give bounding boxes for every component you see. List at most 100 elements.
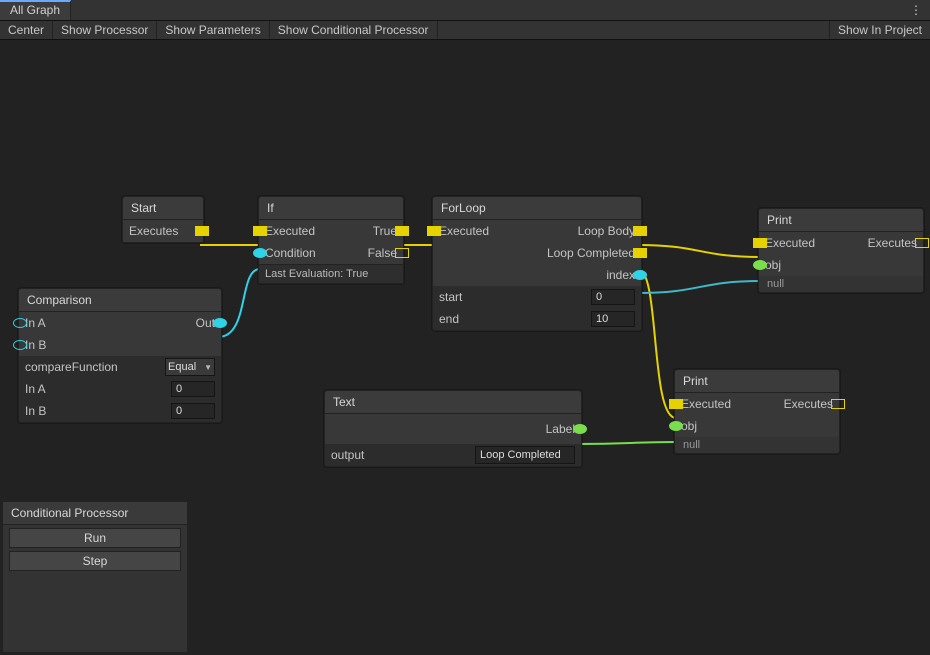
title-text: ForLoop [441,201,486,215]
title-text: Text [333,395,355,409]
port-label-out[interactable] [573,424,587,434]
in-a-field-label: In A [25,382,46,396]
start-input[interactable] [591,289,635,305]
show-processor-label: Show Processor [61,23,148,37]
null-value: null [767,278,784,290]
compare-value: Equal [168,361,196,373]
port-loopcompleted-out[interactable] [633,248,647,258]
executes-label: Executes [129,224,178,238]
node-print-1[interactable]: Print Executed Executes obj null [758,208,924,293]
port-obj-in[interactable] [669,421,683,431]
run-button[interactable]: Run [9,528,181,548]
node-title: Print [759,209,923,232]
in-a-label: In A [25,316,46,330]
compare-select[interactable]: Equal ▼ [165,358,215,376]
show-in-project-label: Show In Project [838,23,922,37]
port-obj-in[interactable] [753,260,767,270]
port-true-out[interactable] [395,226,409,236]
node-start[interactable]: Start Executes [122,196,204,243]
executed-label: Executed [439,224,489,238]
toolbar: Center Show Processor Show Parameters Sh… [0,21,930,40]
port-out[interactable] [213,318,227,328]
center-button[interactable]: Center [0,21,53,39]
loop-body-label: Loop Body [578,224,635,238]
node-footer: Last Evaluation: True [259,264,403,283]
executes-label: Executes [784,397,833,411]
end-input[interactable] [591,311,635,327]
panel-title-text: Conditional Processor [11,506,128,520]
tab-all-graph[interactable]: All Graph [0,0,71,20]
title-text: Start [131,201,156,215]
in-a-input[interactable] [171,381,215,397]
port-exec-out[interactable] [915,238,929,248]
end-label: end [439,312,459,326]
node-print-2[interactable]: Print Executed Executes obj null [674,369,840,454]
node-comparison[interactable]: Comparison In A Out In B compareFunction… [18,288,222,423]
show-conditional-button[interactable]: Show Conditional Processor [270,21,438,39]
port-exec-in[interactable] [669,399,683,409]
executed-label: Executed [681,397,731,411]
label-label: Label [546,422,575,436]
in-b-field-label: In B [25,404,46,418]
run-label: Run [84,531,106,545]
port-condition-in[interactable] [253,248,267,258]
condition-label: Condition [265,246,316,260]
tab-bar: All Graph ⋮ [0,0,930,21]
title-text: Print [767,213,792,227]
port-in-b[interactable] [13,340,27,350]
node-title: ForLoop [433,197,641,220]
obj-label: obj [681,419,697,433]
center-label: Center [8,23,44,37]
step-button[interactable]: Step [9,551,181,571]
node-if[interactable]: If Executed True Condition False Last Ev… [258,196,404,284]
loop-completed-label: Loop Completed [547,246,635,260]
step-label: Step [83,554,108,568]
false-label: False [368,246,397,260]
executed-label: Executed [765,236,815,250]
port-index-out[interactable] [633,270,647,280]
footer-text: Last Evaluation: True [265,268,368,280]
show-processor-button[interactable]: Show Processor [53,21,157,39]
show-conditional-label: Show Conditional Processor [278,23,429,37]
title-text: If [267,201,274,215]
executed-label: Executed [265,224,315,238]
node-title: Start [123,197,203,220]
node-title: Comparison [19,289,221,312]
conditional-processor-panel[interactable]: Conditional Processor Run Step [2,501,188,653]
port-exec-in[interactable] [427,226,441,236]
node-title: If [259,197,403,220]
kebab-icon: ⋮ [910,3,922,17]
tab-label: All Graph [10,3,60,17]
null-value: null [683,439,700,451]
graph-canvas[interactable]: Start Executes If Executed True Conditio… [0,40,930,655]
node-text[interactable]: Text Label output [324,390,582,467]
node-forloop[interactable]: ForLoop Executed Loop Body Loop Complete… [432,196,642,331]
panel-title: Conditional Processor [3,502,187,525]
port-exec-in[interactable] [753,238,767,248]
chevron-down-icon: ▼ [204,363,212,372]
port-exec-in[interactable] [253,226,267,236]
show-in-project-button[interactable]: Show In Project [829,21,930,39]
port-exec-out[interactable] [195,226,209,236]
null-text: null [759,276,923,292]
show-parameters-button[interactable]: Show Parameters [157,21,269,39]
start-label: start [439,290,462,304]
title-text: Print [683,374,708,388]
in-b-label: In B [25,338,46,352]
compare-label: compareFunction [25,360,118,374]
port-false-out[interactable] [395,248,409,258]
port-exec-out[interactable] [831,399,845,409]
obj-label: obj [765,258,781,272]
output-label: output [331,448,364,462]
in-b-input[interactable] [171,403,215,419]
node-title: Print [675,370,839,393]
title-text: Comparison [27,293,92,307]
port-in-a[interactable] [13,318,27,328]
output-input[interactable] [475,446,575,464]
true-label: True [373,224,397,238]
tab-menu-icon[interactable]: ⋮ [902,0,930,20]
port-loopbody-out[interactable] [633,226,647,236]
executes-label: Executes [868,236,917,250]
show-parameters-label: Show Parameters [165,23,260,37]
index-label: index [606,268,635,282]
